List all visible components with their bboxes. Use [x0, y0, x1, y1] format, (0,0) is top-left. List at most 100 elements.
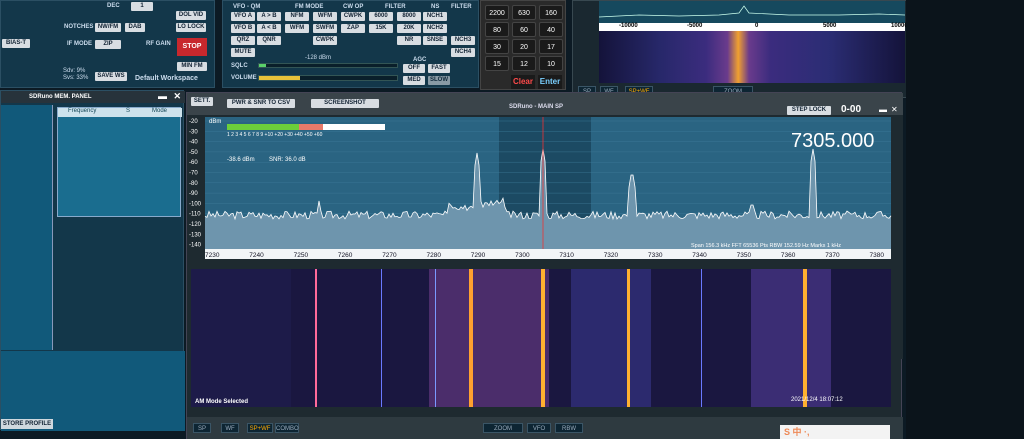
waterfall-band — [751, 269, 831, 407]
dbm-readout: -38.6 dBm — [227, 157, 255, 163]
band-key-60[interactable]: 60 — [512, 22, 536, 37]
band-key-17[interactable]: 17 — [539, 39, 563, 54]
btm-spwf-button[interactable]: SP+WF — [247, 423, 273, 433]
col-mode[interactable]: Mode — [152, 108, 167, 114]
vfo-btn-nch3[interactable]: NCH3 — [451, 36, 475, 45]
dab-button[interactable]: DAB — [125, 23, 145, 32]
band-key-80[interactable]: 80 — [485, 22, 509, 37]
band-key-20[interactable]: 20 — [512, 39, 536, 54]
vfo-btn-nfm[interactable]: NFM — [285, 12, 309, 21]
step-lock-button[interactable]: STEP LOCK — [787, 106, 831, 115]
main-waterfall[interactable]: 2021/12/4 18:07:12 AM Mode Selected — [191, 269, 891, 407]
vfo-btn-vfo-a[interactable]: VFO A — [231, 12, 255, 21]
bias-t-button[interactable]: BIAS-T — [2, 39, 30, 48]
vfo-btn-20k[interactable]: 20K — [397, 24, 421, 33]
main-minimize-icon[interactable]: ▬ — [879, 105, 887, 114]
frequency-display[interactable]: 7305.000 — [791, 130, 874, 152]
btm-rbw-button[interactable]: RBW — [555, 423, 583, 433]
aux-tick-label: -10000 — [619, 23, 638, 29]
step-value[interactable]: 0-00 — [841, 104, 861, 115]
pwr-snr-csv-button[interactable]: PWR & SNR TO CSV — [227, 99, 295, 108]
stop-button[interactable]: STOP — [177, 38, 207, 56]
vfo-btn-wfm[interactable]: WFM — [285, 24, 309, 33]
x-tick-label: 7300 — [515, 252, 530, 259]
band-key-2200[interactable]: 2200 — [485, 5, 509, 20]
aux-waterfall[interactable] — [599, 31, 905, 83]
band-key-10[interactable]: 10 — [539, 56, 563, 71]
vfo-btn-mute[interactable]: MUTE — [231, 48, 255, 57]
lo-lock-button[interactable]: LO LOCK — [176, 23, 206, 32]
nw-fm-button[interactable]: NW/FM — [95, 23, 121, 32]
col-s[interactable]: S — [126, 108, 130, 114]
monitor-bezel — [906, 0, 1024, 439]
btm-wf-button[interactable]: WF — [221, 423, 239, 433]
vfo-btn-snse[interactable]: SNSE — [423, 36, 447, 45]
memory-left-column — [1, 105, 53, 350]
med-button[interactable]: MED — [403, 76, 425, 85]
band-key-40[interactable]: 40 — [539, 22, 563, 37]
band-key-630[interactable]: 630 — [512, 5, 536, 20]
vfo-btn-a-b[interactable]: A < B — [257, 24, 281, 33]
vfo-btn-nch2[interactable]: NCH2 — [423, 24, 447, 33]
btm-vfo-button[interactable]: VFO — [527, 423, 551, 433]
btm-sp-button[interactable]: SP — [193, 423, 211, 433]
memory-minimize-icon[interactable]: ▬ — [158, 91, 167, 101]
band-key-15[interactable]: 15 — [485, 56, 509, 71]
filter-label: FILTER — [385, 4, 406, 10]
x-tick-label: 7240 — [249, 252, 264, 259]
dec-label: DEC — [107, 3, 120, 9]
vfo-btn-cwpk[interactable]: CWPK — [341, 12, 365, 21]
sett-button[interactable]: SETT. — [191, 97, 213, 106]
dol-vid-button[interactable]: DOL VID — [176, 11, 206, 20]
vfo-btn-nch4[interactable]: NCH4 — [451, 48, 475, 57]
waterfall-signal-line — [381, 269, 382, 407]
waterfall-signal-line — [469, 269, 473, 407]
main-close-icon[interactable]: ✕ — [891, 105, 898, 114]
squelch-fill — [259, 64, 266, 67]
vfo-btn-nch1[interactable]: NCH1 — [423, 12, 447, 21]
vfo-btn-qrz[interactable]: QRZ — [231, 36, 255, 45]
btm-zoom-button[interactable]: ZOOM — [483, 423, 523, 433]
save-ws-button[interactable]: SAVE WS — [95, 72, 127, 81]
vfo-btn-zap[interactable]: ZAP — [341, 24, 365, 33]
band-key-30[interactable]: 30 — [485, 39, 509, 54]
memory-close-icon[interactable]: ✕ — [173, 91, 181, 102]
volume-slider[interactable] — [258, 75, 398, 81]
y-tick-label: -100 — [189, 201, 202, 207]
band-key-12[interactable]: 12 — [512, 56, 536, 71]
zip-button[interactable]: ZIP — [95, 40, 121, 49]
vfo-btn-cwpk[interactable]: CWPK — [313, 36, 337, 45]
vfo-btn-a-b[interactable]: A > B — [257, 12, 281, 21]
btm-combo-button[interactable]: COMBO — [275, 423, 299, 433]
col-frequency[interactable]: Frequency — [68, 108, 96, 114]
am-mode-status: AM Mode Selected — [195, 399, 249, 405]
clear-button[interactable]: Clear — [511, 75, 535, 89]
waterfall-signal-line — [803, 269, 807, 407]
dec-value[interactable]: 1 — [131, 2, 153, 11]
aux-freq-axis: -10000 -5000 0 5000 10000 — [599, 23, 908, 31]
band-key-160[interactable]: 160 — [539, 5, 563, 20]
vfo-btn-6000[interactable]: 6000 — [369, 12, 393, 21]
x-tick-label: 7260 — [338, 252, 353, 259]
vfo-btn-15k[interactable]: 15K — [369, 24, 393, 33]
waterfall-signal-line — [701, 269, 702, 407]
aux-spectrum[interactable] — [599, 1, 905, 23]
vfo-btn-vfo-b[interactable]: VFO B — [231, 24, 255, 33]
vfo-btn-nr[interactable]: NR — [397, 36, 421, 45]
enter-button[interactable]: Enter — [538, 75, 562, 89]
store-profile-button[interactable]: STORE PROFILE — [1, 419, 53, 429]
vfo-btn-swfm[interactable]: SWFM — [313, 24, 337, 33]
vfo-btn-8000[interactable]: 8000 — [397, 12, 421, 21]
slow-button[interactable]: SLOW — [428, 76, 450, 85]
vfo-btn-wfm[interactable]: WFM — [313, 12, 337, 21]
agc-off-button[interactable]: OFF — [403, 64, 425, 73]
min-fm-button[interactable]: MIN FM — [177, 62, 207, 71]
ime-indicator[interactable]: S 中 ·, — [780, 425, 890, 439]
screenshot-button[interactable]: SCREENSHOT — [311, 99, 379, 108]
x-tick-label: 7250 — [294, 252, 309, 259]
squelch-slider[interactable] — [258, 63, 398, 68]
memory-table[interactable]: Frequency S Mode — [57, 107, 182, 217]
vfo-btn-qnr[interactable]: QNR — [257, 36, 281, 45]
filter-label-2: FILTER — [451, 4, 472, 10]
agc-fast-button[interactable]: FAST — [428, 64, 450, 73]
